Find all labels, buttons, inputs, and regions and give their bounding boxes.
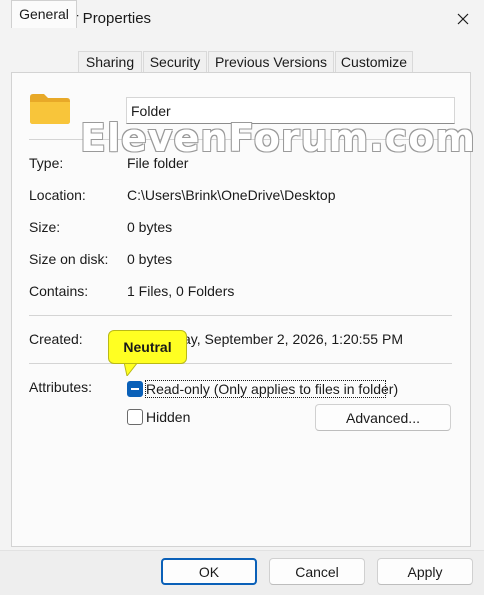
divider [29,315,452,316]
attributes-label: Attributes: [29,379,93,395]
readonly-label[interactable]: Read-only (Only applies to files in fold… [146,381,398,397]
location-value: C:\Users\Brink\OneDrive\Desktop [127,187,336,203]
size-value: 0 bytes [127,219,173,235]
created-label: Created: [29,331,83,347]
type-label: Type: [29,155,64,171]
hidden-checkbox[interactable] [127,409,143,425]
apply-button[interactable]: Apply [377,558,473,585]
advanced-button[interactable]: Advanced... [315,404,451,431]
contains-label: Contains: [29,283,89,299]
contains-value: 1 Files, 0 Folders [127,283,235,299]
size-on-disk-label: Size on disk: [29,251,109,267]
location-label: Location: [29,187,86,203]
created-value: ay, September 2, 2026, 1:20:55 PM [183,331,403,347]
size-on-disk-value: 0 bytes [127,251,173,267]
size-label: Size: [29,219,61,235]
readonly-checkbox[interactable] [127,381,143,397]
callout-pointer [124,362,138,376]
watermark: ElevenForum.com [80,116,476,160]
close-button[interactable] [446,2,480,36]
hidden-label[interactable]: Hidden [146,409,190,425]
folder-icon [30,94,70,124]
cancel-button[interactable]: Cancel [269,558,365,585]
type-value: File folder [127,155,189,171]
tab-sharing[interactable]: Sharing [78,51,142,73]
ok-button[interactable]: OK [161,558,257,585]
tab-previous-versions[interactable]: Previous Versions [208,51,334,73]
divider [29,363,452,364]
close-icon [457,13,469,25]
tab-security[interactable]: Security [143,51,207,73]
neutral-callout: Neutral [108,330,187,364]
tab-general[interactable]: General [11,0,77,28]
tab-customize[interactable]: Customize [335,51,413,73]
indeterminate-mark [131,388,139,390]
